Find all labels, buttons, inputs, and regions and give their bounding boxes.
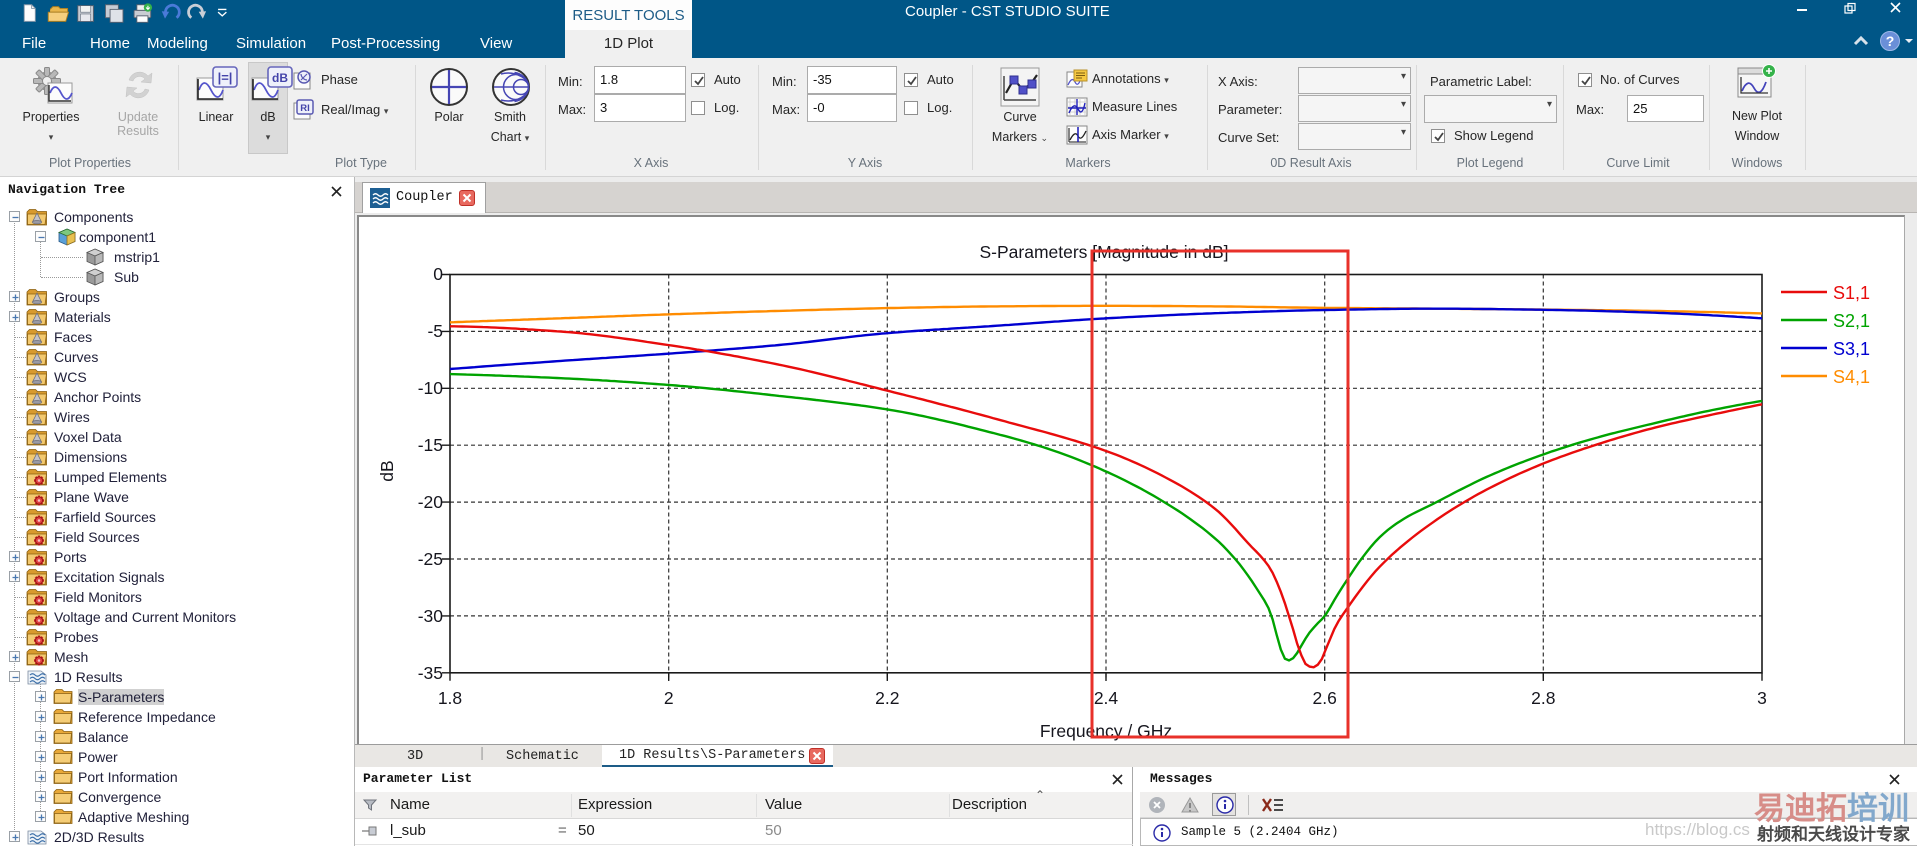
svg-text:-35: -35: [418, 663, 443, 683]
svg-text:2.8: 2.8: [1531, 688, 1555, 708]
svg-text:2.4: 2.4: [1094, 688, 1119, 708]
svg-text:-25: -25: [418, 549, 443, 569]
svg-text:S3,1: S3,1: [1833, 339, 1870, 359]
svg-text:-20: -20: [418, 492, 444, 512]
svg-text:?: ?: [1886, 33, 1895, 49]
svg-text:-10: -10: [418, 378, 444, 398]
svg-text:0: 0: [433, 264, 443, 284]
svg-text:dB: dB: [272, 71, 288, 85]
svg-text:3: 3: [1757, 688, 1767, 708]
svg-text:-15: -15: [418, 435, 443, 455]
svg-text:2: 2: [664, 688, 674, 708]
svg-text:S4,1: S4,1: [1833, 367, 1870, 387]
svg-text:-5: -5: [427, 321, 443, 341]
svg-text:RI: RI: [300, 103, 310, 114]
svg-text:-30: -30: [418, 606, 444, 626]
svg-text:S1,1: S1,1: [1833, 283, 1870, 303]
svg-text:S2,1: S2,1: [1833, 311, 1870, 331]
svg-text:2.6: 2.6: [1313, 688, 1337, 708]
svg-text:|=|: |=|: [218, 70, 233, 85]
svg-text:dB: dB: [377, 460, 397, 481]
svg-text:1.8: 1.8: [438, 688, 462, 708]
svg-text:2.2: 2.2: [875, 688, 899, 708]
